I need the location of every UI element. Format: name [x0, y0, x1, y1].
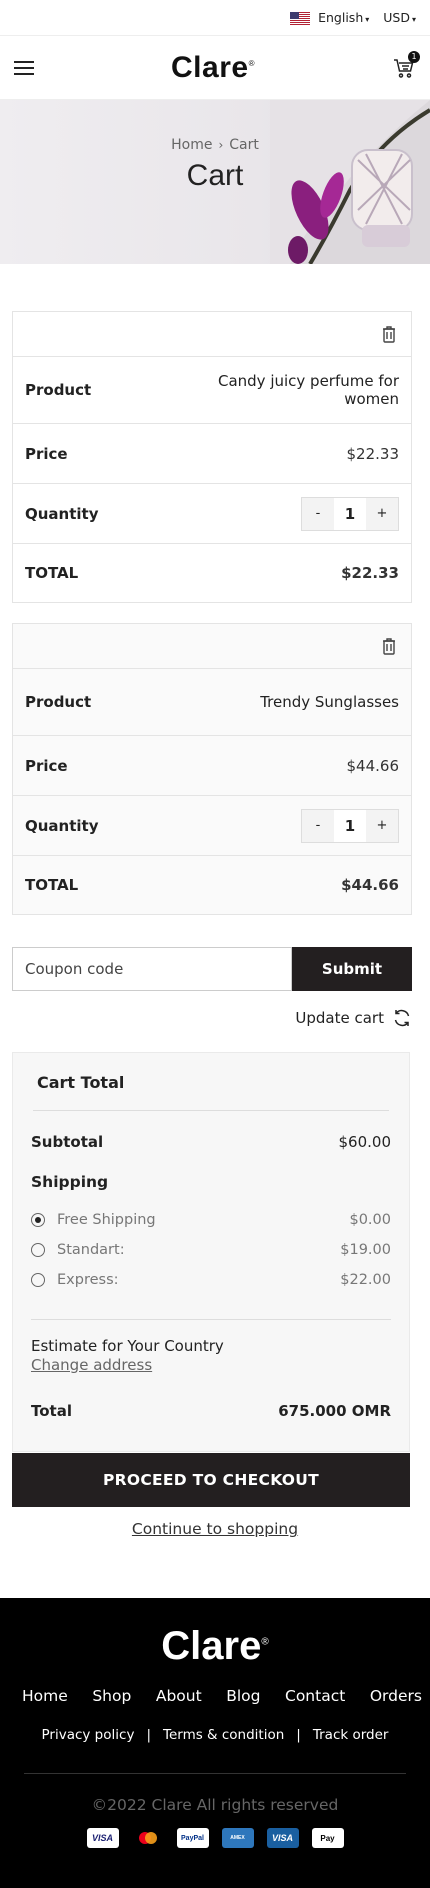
- radio-unselected[interactable]: [31, 1243, 45, 1257]
- site-header: Clare® 1: [0, 36, 430, 100]
- proceed-to-checkout-button[interactable]: PROCEED TO CHECKOUT: [12, 1453, 410, 1507]
- payment-methods: VISA PayPal AMEX VISA Pay: [0, 1828, 430, 1848]
- quantity-stepper: - 1 +: [301, 496, 399, 531]
- trash-icon[interactable]: [381, 637, 397, 655]
- item-total: $22.33: [341, 564, 399, 582]
- amex-icon: AMEX: [221, 1828, 254, 1848]
- page-hero: Home › Cart Cart: [0, 100, 430, 264]
- continue-shopping-link[interactable]: Continue to shopping: [0, 1520, 430, 1538]
- us-flag-icon: [290, 12, 311, 25]
- site-footer: Clare® Home Shop About Blog Contact Orde…: [0, 1598, 430, 1888]
- item-total: $44.66: [341, 876, 399, 894]
- terms-link[interactable]: Terms & condition: [163, 1727, 284, 1743]
- decrease-button[interactable]: -: [302, 809, 334, 842]
- chevron-down-icon: ▾: [365, 15, 370, 24]
- footer-link-contact[interactable]: Contact: [285, 1687, 345, 1705]
- cart-count-badge: 1: [407, 50, 420, 63]
- footer-link-blog[interactable]: Blog: [226, 1687, 260, 1705]
- shipping-option-free[interactable]: Free Shipping $0.00: [31, 1205, 391, 1235]
- radio-unselected[interactable]: [31, 1273, 45, 1287]
- product-name[interactable]: Candy juicy perfume for women: [189, 372, 399, 408]
- currency-selector[interactable]: USD ▾: [383, 10, 416, 25]
- footer-link-about[interactable]: About: [156, 1687, 202, 1705]
- cart-item: Product Trendy Sunglasses Price $44.66 Q…: [12, 623, 412, 915]
- paypal-icon: PayPal: [176, 1828, 209, 1848]
- hero-product-image: [270, 100, 430, 264]
- footer-logo[interactable]: Clare®: [0, 1598, 430, 1669]
- cart-total-title: Cart Total: [33, 1053, 389, 1111]
- coupon-submit-button[interactable]: Submit: [292, 947, 412, 991]
- radio-selected[interactable]: [31, 1213, 45, 1227]
- chevron-right-icon: ›: [218, 138, 224, 152]
- visa-electron-icon: VISA: [266, 1828, 299, 1848]
- increase-button[interactable]: +: [366, 809, 398, 842]
- cart-total-panel: Cart Total Subtotal $60.00 Shipping Free…: [12, 1052, 410, 1452]
- product-name[interactable]: Trendy Sunglasses: [260, 693, 399, 711]
- menu-icon[interactable]: [14, 60, 34, 75]
- visa-icon: VISA: [86, 1828, 119, 1848]
- language-selector[interactable]: English ▾: [290, 10, 369, 25]
- chevron-down-icon: ▾: [411, 15, 416, 24]
- apple-pay-icon: Pay: [311, 1828, 344, 1848]
- top-bar: English ▾ USD ▾: [0, 0, 430, 36]
- trash-icon[interactable]: [381, 325, 397, 343]
- quantity-value[interactable]: 1: [334, 497, 366, 530]
- footer-link-orders[interactable]: Orders: [370, 1687, 422, 1705]
- coupon-input[interactable]: [12, 947, 292, 991]
- track-order-link[interactable]: Track order: [313, 1727, 389, 1743]
- site-logo[interactable]: Clare®: [171, 51, 255, 85]
- change-address-link[interactable]: Change address: [31, 1356, 391, 1374]
- footer-link-home[interactable]: Home: [22, 1687, 68, 1705]
- coupon-form: Submit: [12, 947, 412, 991]
- increase-button[interactable]: +: [366, 497, 398, 530]
- footer-legal-links: Privacy policy | Terms & condition | Track o…: [41, 1727, 389, 1743]
- refresh-icon: [394, 1009, 410, 1027]
- decrease-button[interactable]: -: [302, 497, 334, 530]
- footer-link-shop[interactable]: Shop: [92, 1687, 131, 1705]
- copyright: ©2022 Clare All rights reserved: [91, 1796, 339, 1814]
- cart-icon[interactable]: 1: [392, 50, 420, 80]
- order-total-value: 675.000 OMR: [278, 1402, 391, 1420]
- shipping-option-express[interactable]: Express: $22.00: [31, 1265, 391, 1295]
- shipping-option-standard[interactable]: Standart: $19.00: [31, 1235, 391, 1265]
- product-price: $44.66: [346, 756, 400, 775]
- subtotal-value: $60.00: [338, 1133, 392, 1151]
- estimate-label: Estimate for Your Country: [31, 1337, 224, 1355]
- quantity-value[interactable]: 1: [334, 809, 366, 842]
- footer-nav: Home Shop About Blog Contact Orders: [0, 1687, 430, 1705]
- product-price: $22.33: [346, 444, 400, 463]
- cart-item: Product Candy juicy perfume for women Pr…: [12, 311, 412, 603]
- mastercard-icon: [131, 1828, 164, 1848]
- update-cart-button[interactable]: Update cart: [295, 1008, 412, 1028]
- breadcrumb-current: Cart: [229, 137, 259, 153]
- quantity-stepper: - 1 +: [301, 808, 399, 843]
- shipping-heading: Shipping: [31, 1173, 109, 1191]
- breadcrumb-home[interactable]: Home: [171, 137, 212, 153]
- privacy-policy-link[interactable]: Privacy policy: [42, 1727, 135, 1743]
- shipping-options: Free Shipping $0.00 Standart: $19.00 Exp…: [31, 1205, 391, 1295]
